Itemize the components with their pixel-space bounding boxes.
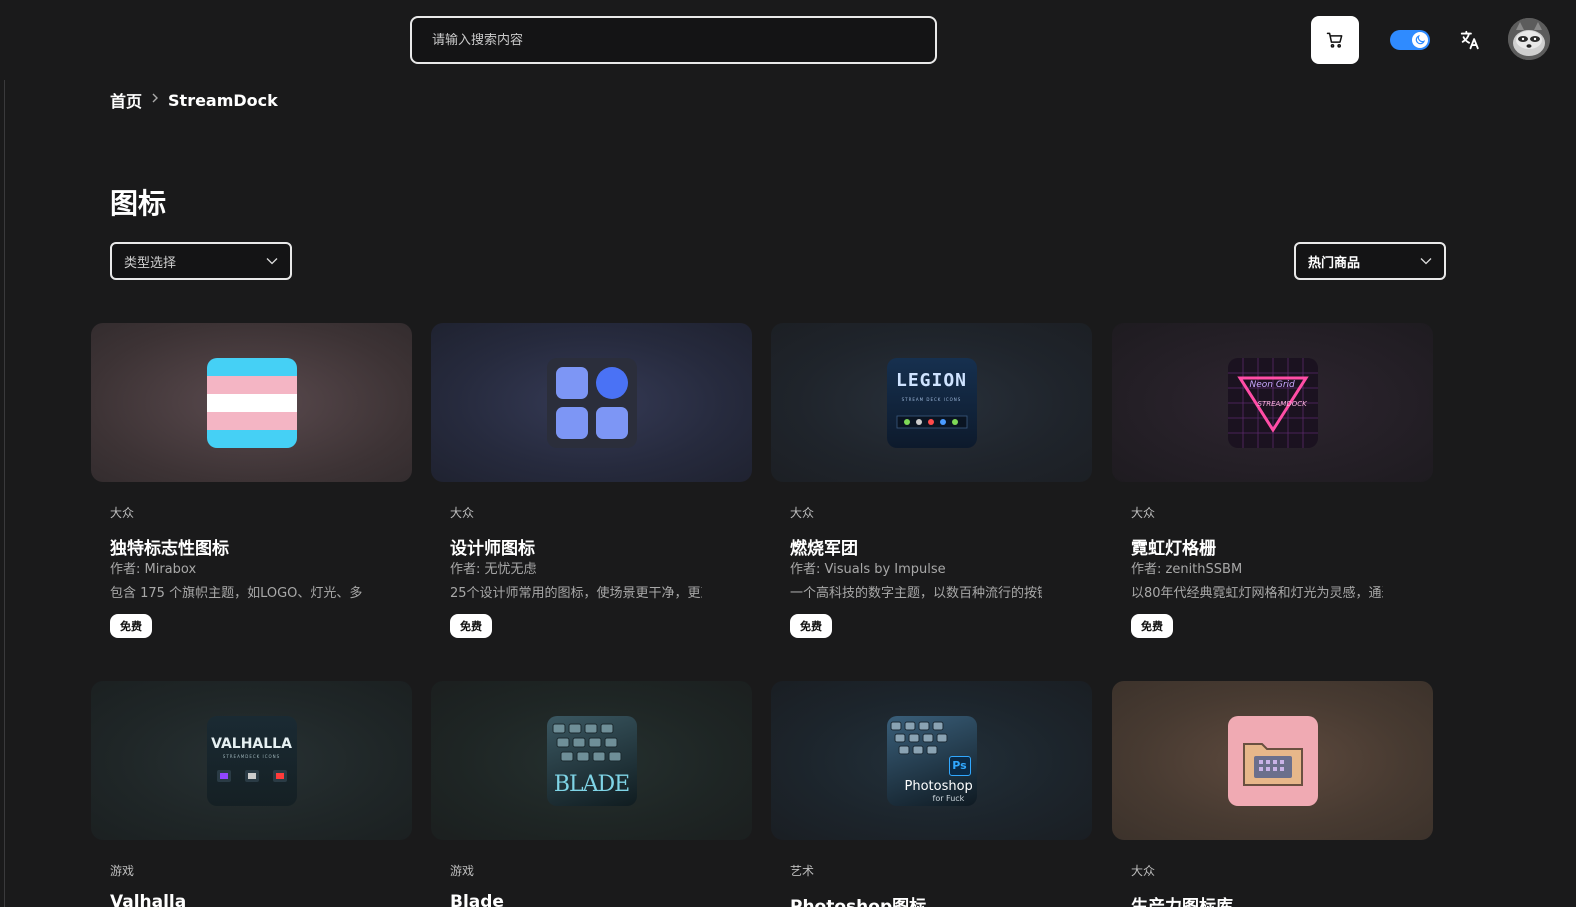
card-category: 游戏 [450,864,475,878]
chevron-down-icon [266,258,278,265]
cart-button[interactable] [1311,16,1359,64]
card-category: 大众 [1131,864,1156,878]
theme-toggle[interactable] [1390,30,1430,50]
card-author: 作者: zenithSSBM [1131,562,1243,577]
folder-icon [1227,715,1318,806]
card-title[interactable]: 独特标志性图标 [110,534,412,559]
product-card[interactable]: LEGION STREAM DECK ICONS 大众 燃烧军团 作者: Vis… [771,323,1092,638]
chevron-down-icon [1420,258,1432,265]
card-title[interactable]: 生产力图标库 [1131,892,1433,907]
user-avatar[interactable] [1508,18,1550,60]
sort-select-label: 热门商品 [1308,255,1361,271]
product-card[interactable]: 大众 独特标志性图标 作者: Mirabox 包含 175 个旗帜主题，如LOG… [91,323,412,638]
card-author: 作者: Visuals by Impulse [790,562,946,577]
card-author: 作者: Mirabox [110,562,197,577]
card-description: 包含 175 个旗帜主题，如LOGO、灯光、多种 [110,586,362,600]
product-card[interactable]: Ps Photoshop for Fuck 艺术 Photoshop图标 [771,681,1092,907]
card-description: 一个高科技的数字主题，以数百种流行的按键 [790,586,1042,600]
card-category: 大众 [450,506,475,520]
moon-icon [1412,32,1428,48]
card-image[interactable]: VALHALLA STREAMDECK ICONS [91,681,412,840]
card-image[interactable] [431,323,752,482]
type-select[interactable]: 类型选择 [110,242,292,280]
sort-select[interactable]: 热门商品 [1294,242,1446,280]
search-box[interactable] [410,16,937,64]
card-image[interactable]: Neon Grid STREAMDOCK [1112,323,1433,482]
card-category: 大众 [790,506,815,520]
product-card[interactable]: 大众 设计师图标 作者: 无忧无虑 25个设计师常用的图标，使场景更干净，更直观… [431,323,752,638]
card-category: 游戏 [110,864,135,878]
card-image[interactable]: LEGION STREAM DECK ICONS [771,323,1092,482]
photoshop-keyboard-icon: Ps Photoshop for Fuck [886,715,977,806]
product-card[interactable]: BLADE 游戏 Blade [431,681,752,907]
pride-flag-icon [206,357,297,448]
card-category: 艺术 [790,864,815,878]
price-badge: 免费 [450,614,492,638]
app-grid-icon [546,357,637,448]
breadcrumb: 首页 StreamDock [110,88,278,112]
neon-grid-icon: Neon Grid STREAMDOCK [1227,357,1318,448]
card-title[interactable]: Blade [450,892,752,907]
card-image[interactable] [91,323,412,482]
product-card[interactable]: 大众 生产力图标库 [1112,681,1433,907]
card-title[interactable]: 设计师图标 [450,534,752,559]
type-select-label: 类型选择 [124,255,177,271]
translate-button[interactable] [1458,28,1482,52]
card-description: 25个设计师常用的图标，使场景更干净，更直观 [450,586,702,600]
translate-icon [1460,30,1479,50]
card-author: 作者: 无忧无虑 [450,562,537,577]
cart-icon [1326,32,1343,48]
legion-logo-icon: LEGION STREAM DECK ICONS [886,357,977,448]
search-input[interactable] [432,32,935,48]
product-card[interactable]: Neon Grid STREAMDOCK 大众 霓虹灯格栅 作者: zenith… [1112,323,1433,638]
blade-keyboard-icon: BLADE [546,715,637,806]
price-badge: 免费 [1131,614,1173,638]
card-image[interactable] [1112,681,1433,840]
card-image[interactable]: BLADE [431,681,752,840]
card-image[interactable]: Ps Photoshop for Fuck [771,681,1092,840]
chevron-right-icon [150,92,160,108]
card-description: 以80年代经典霓虹灯网格和灯光为灵感，通过 [1131,586,1383,600]
page-title: 图标 [110,187,167,220]
price-badge: 免费 [790,614,832,638]
price-badge: 免费 [110,614,152,638]
breadcrumb-current: StreamDock [168,90,278,110]
card-title[interactable]: 燃烧军团 [790,534,1092,559]
card-title[interactable]: 霓虹灯格栅 [1131,534,1433,559]
valhalla-logo-icon: VALHALLA STREAMDECK ICONS [206,715,297,806]
left-divider [4,80,5,907]
card-title[interactable]: Photoshop图标 [790,892,1092,907]
card-category: 大众 [110,506,135,520]
product-card[interactable]: VALHALLA STREAMDECK ICONS 游戏 Valhalla [91,681,412,907]
breadcrumb-home[interactable]: 首页 [110,88,142,112]
card-category: 大众 [1131,506,1156,520]
card-title[interactable]: Valhalla [110,892,412,907]
